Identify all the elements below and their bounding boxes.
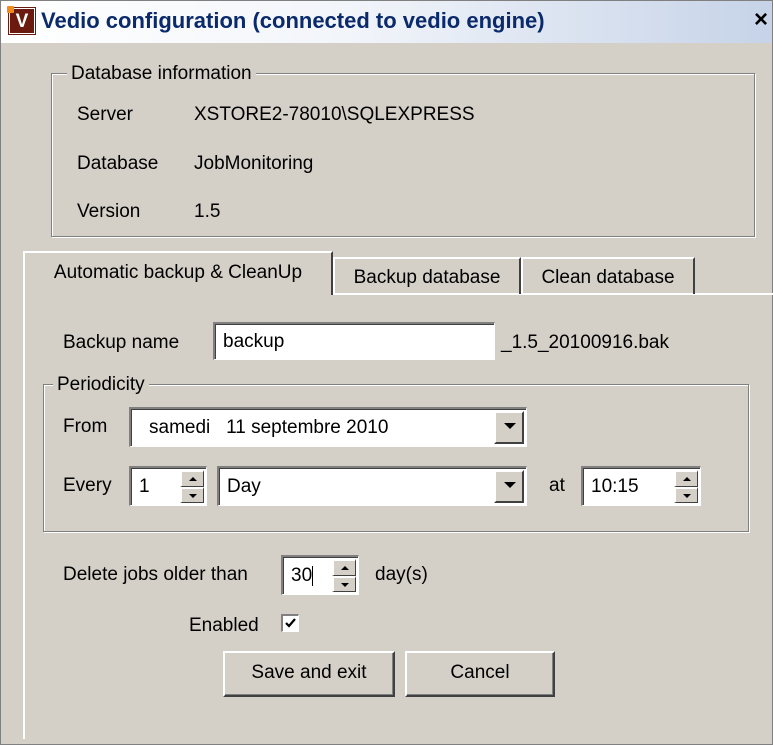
tab-backup-database[interactable]: Backup database	[333, 257, 521, 294]
time-spinner[interactable]	[674, 470, 698, 503]
spin-up-arrow-icon[interactable]	[332, 559, 356, 576]
close-icon[interactable]: ×	[751, 7, 771, 33]
delete-days-value: 30	[291, 565, 313, 586]
at-label: at	[549, 475, 565, 496]
time-value: 10:15	[591, 476, 639, 497]
app-icon-letter: V	[15, 11, 29, 32]
every-label: Every	[63, 475, 112, 496]
spin-down-arrow-icon[interactable]	[332, 575, 356, 592]
enabled-label: Enabled	[189, 615, 259, 636]
server-value: XSTORE2-78010\SQLEXPRESS	[194, 104, 475, 125]
from-date-dropdown-button[interactable]	[494, 411, 524, 444]
tab-backup-database-label: Backup database	[353, 267, 501, 288]
database-info-legend: Database information	[67, 63, 256, 85]
app-icon: V	[7, 6, 35, 34]
delete-days-unit: day(s)	[375, 564, 428, 585]
delete-days-spinner[interactable]	[332, 559, 356, 592]
configuration-dialog: V Vedio configuration (connected to vedi…	[0, 0, 773, 745]
server-label: Server	[77, 104, 133, 125]
database-label: Database	[77, 153, 159, 174]
tab-automatic-backup-label: Automatic backup & CleanUp	[53, 262, 303, 283]
every-unit-select[interactable]: Day	[217, 466, 527, 506]
every-unit-dropdown-button[interactable]	[494, 470, 524, 503]
time-stepper[interactable]: 10:15	[581, 466, 701, 506]
version-value: 1.5	[194, 201, 221, 222]
spin-down-arrow-icon[interactable]	[180, 486, 204, 503]
delete-jobs-label: Delete jobs older than	[63, 564, 248, 585]
backup-name-suffix: _1.5_20100916.bak	[501, 332, 669, 353]
backup-name-label: Backup name	[63, 332, 180, 353]
spin-up-arrow-icon[interactable]	[674, 470, 698, 487]
chevron-down-icon	[504, 423, 516, 429]
enabled-checkbox[interactable]	[281, 614, 299, 632]
every-count-value: 1	[139, 476, 150, 497]
text-caret	[312, 566, 313, 586]
spin-down-arrow-icon[interactable]	[674, 486, 698, 503]
spin-up-arrow-icon[interactable]	[180, 470, 204, 487]
version-label: Version	[77, 201, 141, 222]
from-date-value: samedi 11 septembre 2010	[149, 417, 389, 438]
window-title: Vedio configuration (connected to vedio …	[41, 8, 545, 33]
every-unit-value: Day	[227, 476, 261, 497]
from-date-picker[interactable]: samedi 11 septembre 2010	[129, 407, 527, 447]
database-value: JobMonitoring	[194, 153, 314, 174]
periodicity-legend: Periodicity	[53, 374, 149, 396]
checkmark-icon	[285, 618, 296, 628]
backup-name-input[interactable]: backup	[213, 322, 495, 360]
backup-name-value: backup	[223, 331, 285, 352]
delete-days-stepper[interactable]: 30	[281, 555, 359, 595]
chevron-down-icon	[504, 482, 516, 488]
save-and-exit-button[interactable]: Save and exit	[223, 651, 395, 697]
title-bar[interactable]: V Vedio configuration (connected to vedi…	[1, 1, 772, 43]
every-count-spinner[interactable]	[180, 470, 204, 503]
cancel-button[interactable]: Cancel	[405, 651, 555, 697]
every-count-stepper[interactable]: 1	[129, 466, 207, 506]
tab-clean-database-label: Clean database	[541, 267, 675, 288]
from-label: From	[63, 416, 108, 437]
tab-clean-database[interactable]: Clean database	[521, 257, 695, 294]
tab-automatic-backup[interactable]: Automatic backup & CleanUp	[23, 251, 333, 295]
